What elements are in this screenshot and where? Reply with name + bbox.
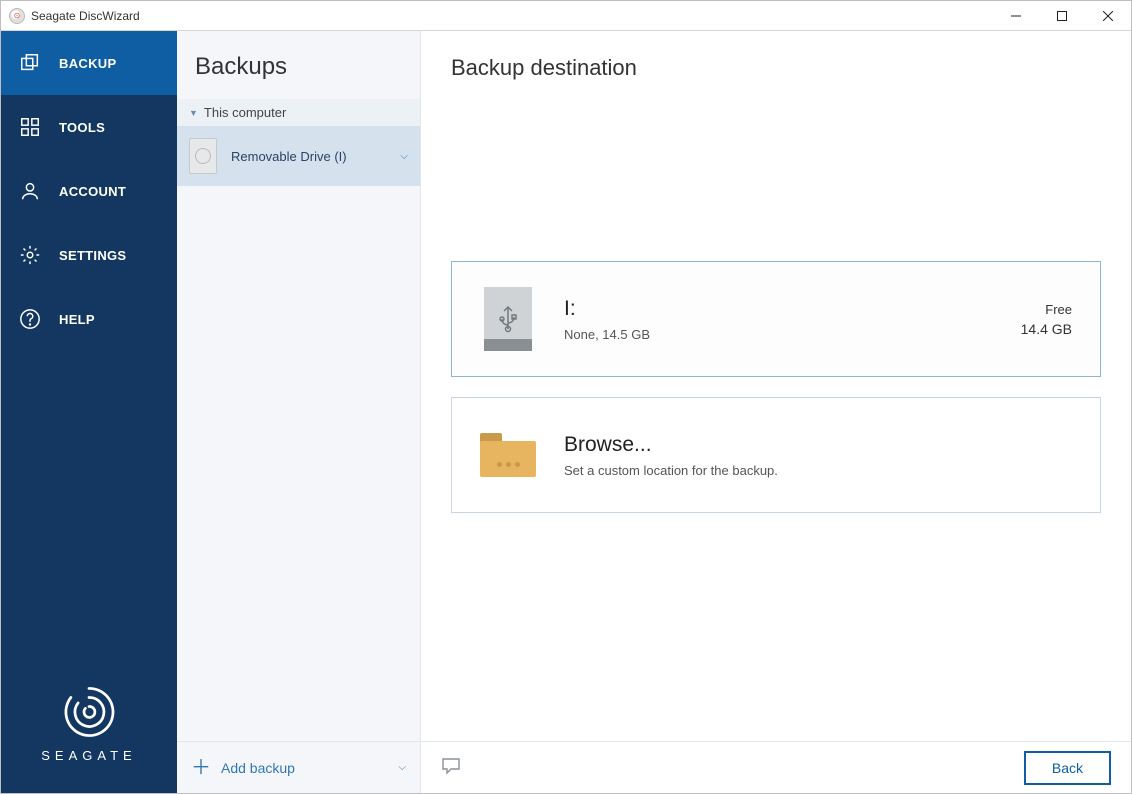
drive-title: I: [564, 297, 993, 321]
drive-subtitle: None, 14.5 GB [564, 327, 993, 342]
titlebar: ⊙ Seagate DiscWizard [1, 1, 1131, 31]
add-backup-label: Add backup [221, 760, 388, 776]
maximize-button[interactable] [1039, 1, 1085, 30]
close-button[interactable] [1085, 1, 1131, 30]
nav-help[interactable]: HELP [1, 287, 177, 351]
brand-logo: SEAGATE [1, 683, 177, 793]
group-label: This computer [204, 105, 286, 120]
destination-drive-card[interactable]: I: None, 14.5 GB Free 14.4 GB [451, 261, 1101, 377]
plus-icon: ＋ [191, 758, 211, 778]
main-content: Backup destination [421, 31, 1131, 793]
chevron-down-icon[interactable]: ⌵ [400, 151, 408, 162]
nav-label: SETTINGS [59, 248, 126, 263]
tools-icon [19, 116, 41, 138]
account-icon [19, 180, 41, 202]
app-icon: ⊙ [9, 8, 25, 24]
add-backup-button[interactable]: ＋ Add backup ⌵ [177, 741, 420, 793]
browse-title: Browse... [564, 433, 1072, 457]
nav-tools[interactable]: TOOLS [1, 95, 177, 159]
backups-title: Backups [177, 31, 420, 99]
usb-drive-icon [480, 286, 536, 352]
browse-subtitle: Set a custom location for the backup. [564, 463, 1072, 478]
folder-icon [480, 422, 536, 488]
window-controls [993, 1, 1131, 30]
nav-label: BACKUP [59, 56, 116, 71]
gear-icon [19, 244, 41, 266]
free-value: 14.4 GB [1021, 321, 1072, 337]
destination-browse-card[interactable]: Browse... Set a custom location for the … [451, 397, 1101, 513]
nav-settings[interactable]: SETTINGS [1, 223, 177, 287]
free-label: Free [1021, 302, 1072, 317]
nav-label: ACCOUNT [59, 184, 126, 199]
backups-panel: Backups ▼ This computer Removable Drive … [177, 31, 421, 793]
nav-backup[interactable]: BACKUP [1, 31, 177, 95]
backup-item-label: Removable Drive (I) [231, 149, 386, 164]
feedback-icon[interactable] [441, 757, 461, 778]
chevron-down-icon: ▼ [189, 108, 198, 118]
brand-text: SEAGATE [1, 748, 177, 763]
backups-group[interactable]: ▼ This computer [177, 99, 420, 126]
minimize-button[interactable] [993, 1, 1039, 30]
nav-account[interactable]: ACCOUNT [1, 159, 177, 223]
chevron-down-icon[interactable]: ⌵ [398, 762, 406, 773]
disk-icon [189, 138, 217, 174]
main-footer: Back [421, 741, 1131, 793]
sidebar: BACKUP TOOLS ACCOUNT SETTINGS HELP [1, 31, 177, 793]
nav-label: TOOLS [59, 120, 105, 135]
backup-icon [19, 52, 41, 74]
nav-label: HELP [59, 312, 95, 327]
backup-item-removable-drive[interactable]: Removable Drive (I) ⌵ [177, 126, 420, 186]
window-title: Seagate DiscWizard [31, 9, 993, 23]
help-icon [19, 308, 41, 330]
page-title: Backup destination [421, 31, 1131, 81]
back-button[interactable]: Back [1024, 751, 1111, 785]
